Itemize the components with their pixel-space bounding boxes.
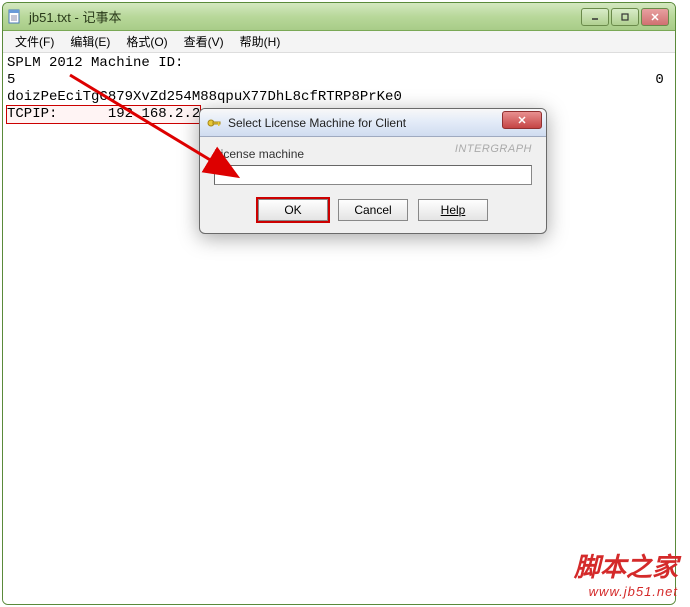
dialog-titlebar: Select License Machine for Client <box>200 109 546 137</box>
license-dialog: Select License Machine for Client INTERG… <box>199 108 547 234</box>
menu-help[interactable]: 帮助(H) <box>232 31 289 52</box>
notepad-window: jb51.txt - 记事本 文件(F) 编辑(E) 格式(O) 查看(V) 帮… <box>2 2 676 605</box>
maximize-button[interactable] <box>611 8 639 26</box>
close-button[interactable] <box>641 8 669 26</box>
window-title: jb51.txt - 记事本 <box>29 7 581 26</box>
ok-button[interactable]: OK <box>258 199 328 221</box>
tcpip-label: TCPIP: <box>7 106 57 122</box>
titlebar: jb51.txt - 记事本 <box>3 3 675 31</box>
cancel-button[interactable]: Cancel <box>338 199 408 221</box>
menubar: 文件(F) 编辑(E) 格式(O) 查看(V) 帮助(H) <box>3 31 675 53</box>
help-button[interactable]: Help <box>418 199 488 221</box>
brand-label: INTERGRAPH <box>455 143 532 155</box>
menu-view[interactable]: 查看(V) <box>176 31 232 52</box>
tcpip-value: 192.168.2.2 <box>108 106 200 122</box>
menu-file[interactable]: 文件(F) <box>7 31 62 52</box>
tcpip-highlight: TCPIP: 192.168.2.2 <box>7 106 200 123</box>
notepad-icon <box>7 9 23 25</box>
minimize-button[interactable] <box>581 8 609 26</box>
dialog-title: Select License Machine for Client <box>228 116 502 130</box>
dialog-buttons: OK Cancel Help <box>200 193 546 231</box>
license-machine-input[interactable] <box>214 165 532 185</box>
text-line-2-start: 5 <box>7 72 15 88</box>
menu-format[interactable]: 格式(O) <box>118 31 175 52</box>
text-line-3: doizPeEciTgC879XvZd254M88qpuX77DhL8cfRTR… <box>7 89 402 105</box>
menu-edit[interactable]: 编辑(E) <box>62 31 118 52</box>
text-line-1: SPLM 2012 Machine ID: <box>7 55 183 71</box>
key-icon <box>206 115 222 131</box>
window-controls <box>581 8 669 26</box>
text-line-2-end: 0 <box>655 72 663 88</box>
dialog-body: INTERGRAPH License machine <box>200 137 546 193</box>
dialog-close-button[interactable] <box>502 111 542 129</box>
